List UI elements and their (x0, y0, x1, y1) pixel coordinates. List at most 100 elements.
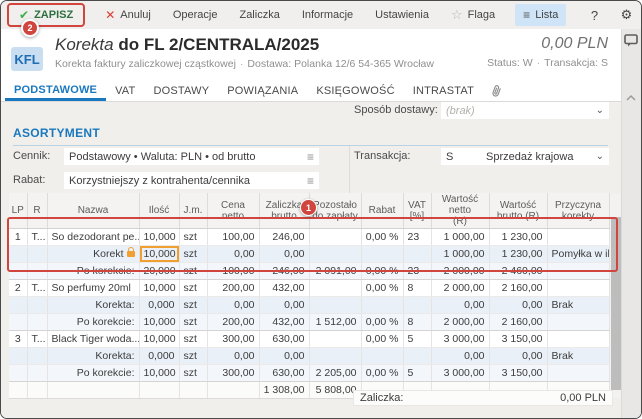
table-cell[interactable] (9, 262, 28, 280)
table-cell[interactable] (9, 364, 28, 382)
flag-button[interactable]: ☆ Flaga (447, 4, 499, 26)
table-cell[interactable]: szt (179, 296, 208, 314)
table-cell[interactable] (9, 347, 28, 365)
delivery-method-select[interactable]: (brak) ⌄ (441, 102, 609, 119)
table-cell[interactable]: 0,00 (259, 347, 310, 365)
table-cell[interactable] (139, 381, 180, 399)
column-header[interactable]: Wartość brutto (R) (489, 193, 548, 229)
column-header[interactable]: Przyczyna korekty (547, 193, 610, 229)
table-cell[interactable] (309, 347, 362, 365)
price-list-field[interactable]: Podstawowy • Waluta: PLN • od brutto ≡ (64, 148, 319, 165)
column-header[interactable]: LP (9, 193, 28, 229)
column-header[interactable]: Ilość (139, 193, 180, 229)
table-cell[interactable]: 630,00 (259, 364, 310, 382)
table-cell[interactable]: 0,00 % (361, 330, 404, 348)
settings-gear-button[interactable]: ⚙ (614, 4, 638, 26)
table-cell[interactable] (361, 347, 404, 365)
table-cell[interactable]: So perfumy 20ml (47, 279, 140, 297)
table-cell[interactable]: 0,00 % (361, 279, 404, 297)
table-cell[interactable] (27, 245, 48, 263)
table-cell[interactable]: 5 (403, 330, 432, 348)
table-cell[interactable]: szt (179, 262, 208, 280)
table-cell[interactable]: 1 000,00 (431, 228, 490, 246)
table-cell[interactable]: 0,00 (489, 296, 548, 314)
table-cell[interactable]: 2 000,00 (431, 313, 490, 331)
table-cell[interactable] (47, 381, 140, 399)
table-cell[interactable]: Po korekcie: (47, 262, 140, 280)
table-cell[interactable]: 100,00 (207, 262, 260, 280)
table-cell[interactable]: 2 000,00 (431, 279, 490, 297)
table-cell[interactable]: T... (27, 228, 48, 246)
toolbar-menu-informacje[interactable]: Informacje (300, 6, 355, 24)
table-cell[interactable] (547, 330, 610, 348)
table-cell[interactable]: 2 (9, 279, 28, 297)
table-cell[interactable]: 10,000 (139, 330, 180, 348)
transaction-type-select[interactable]: S Sprzedaż krajowa ⌄ (441, 148, 609, 165)
table-cell[interactable]: 1 512,00 (309, 313, 362, 331)
table-cell[interactable]: T... (27, 279, 48, 297)
table-cell[interactable]: 0,00 (207, 296, 260, 314)
column-header[interactable]: J.m. (179, 193, 208, 229)
tab-dostawy[interactable]: DOSTAWY (144, 81, 218, 101)
table-cell[interactable]: 20,000 (139, 262, 180, 280)
table-cell[interactable]: 1 000,00 (431, 245, 490, 263)
toolbar-menu-operacje[interactable]: Operacje (171, 6, 220, 24)
tab-powiązania[interactable]: POWIĄZANIA (218, 81, 307, 101)
table-cell[interactable]: 200,00 (207, 313, 260, 331)
table-cell[interactable]: Po korekcie: (47, 313, 140, 331)
table-cell[interactable]: 432,00 (259, 279, 310, 297)
table-cell[interactable] (547, 313, 610, 331)
scrollbar-thumb[interactable] (611, 217, 621, 390)
table-cell[interactable]: szt (179, 347, 208, 365)
table-cell[interactable]: Pomyłka w ilości (547, 245, 610, 263)
table-cell[interactable]: 2 091,00 (309, 262, 362, 280)
table-cell[interactable]: 0,000 (139, 347, 180, 365)
selected-quantity-cell[interactable]: 10,000 (139, 245, 180, 263)
table-cell[interactable] (27, 313, 48, 331)
table-cell[interactable] (403, 296, 432, 314)
table-cell[interactable]: 300,00 (207, 364, 260, 382)
table-cell[interactable] (27, 347, 48, 365)
table-cell[interactable]: Brak (547, 296, 610, 314)
table-cell[interactable] (27, 381, 48, 399)
table-cell[interactable] (547, 262, 610, 280)
table-cell[interactable]: 10,000 (139, 313, 180, 331)
table-cell[interactable] (27, 296, 48, 314)
table-cell[interactable] (207, 381, 260, 399)
table-cell[interactable]: 0,00 (431, 296, 490, 314)
column-header[interactable]: VAT [%] (403, 193, 432, 229)
table-cell[interactable] (547, 228, 610, 246)
table-cell[interactable]: T... (27, 330, 48, 348)
table-cell[interactable]: 8 (403, 313, 432, 331)
paperclip-attachment-icon[interactable] (483, 81, 510, 101)
table-cell[interactable] (27, 364, 48, 382)
table-cell[interactable]: 1 (9, 228, 28, 246)
column-header[interactable]: R (27, 193, 48, 229)
table-cell[interactable]: 1 230,00 (489, 228, 548, 246)
table-cell[interactable]: 2 460,00 (489, 262, 548, 280)
column-header[interactable]: Nazwa (47, 193, 140, 229)
table-cell[interactable]: 432,00 (259, 313, 310, 331)
table-cell[interactable]: 0,00 (259, 245, 310, 263)
table-cell[interactable]: 2 160,00 (489, 279, 548, 297)
table-cell[interactable]: 0,00 % (361, 313, 404, 331)
table-cell[interactable]: 8 (403, 279, 432, 297)
table-cell[interactable]: 0,00 (207, 245, 260, 263)
toolbar-menu-zaliczka[interactable]: Zaliczka (237, 6, 281, 24)
table-cell[interactable] (179, 381, 208, 399)
table-cell[interactable]: 100,00 (207, 228, 260, 246)
table-cell[interactable]: 23 (403, 228, 432, 246)
table-cell[interactable] (361, 245, 404, 263)
table-cell[interactable] (403, 245, 432, 263)
tab-podstawowe[interactable]: PODSTAWOWE (5, 81, 107, 101)
table-cell[interactable] (547, 279, 610, 297)
table-cell[interactable]: 10,000 (139, 279, 180, 297)
table-cell[interactable] (309, 228, 362, 246)
table-cell[interactable]: szt (179, 364, 208, 382)
table-cell[interactable]: 2 000,00 (431, 262, 490, 280)
table-cell[interactable] (547, 364, 610, 382)
column-header[interactable]: Pozostało do zapłaty (309, 193, 362, 229)
table-cell[interactable]: 0,00 % (361, 228, 404, 246)
table-cell[interactable]: 246,00 (259, 262, 310, 280)
table-cell[interactable] (309, 279, 362, 297)
